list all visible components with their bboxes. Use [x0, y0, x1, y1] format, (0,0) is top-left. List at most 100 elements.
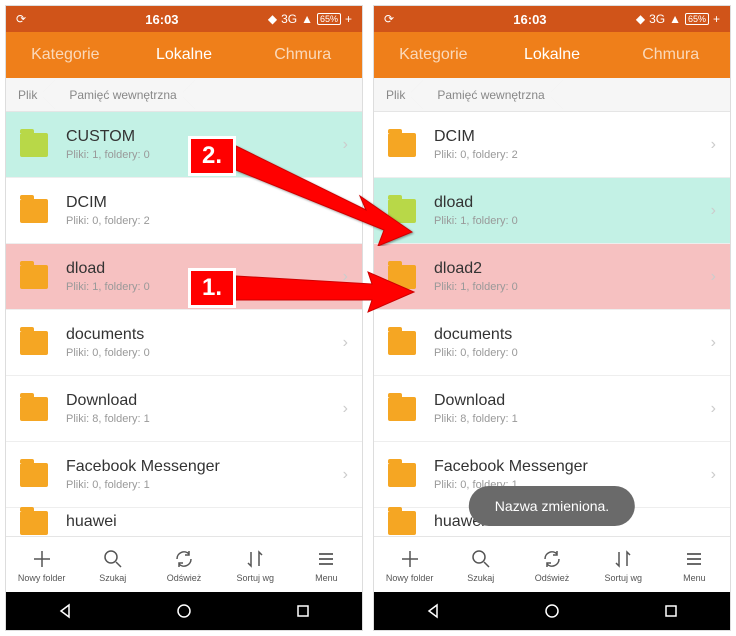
share-icon: ⟳	[16, 12, 26, 26]
new-folder-button[interactable]: Nowy folder	[6, 537, 77, 592]
folder-icon	[388, 397, 416, 421]
refresh-icon	[540, 547, 564, 571]
nav-back[interactable]	[55, 601, 75, 621]
folder-icon	[20, 511, 48, 535]
plus-icon: +	[713, 12, 720, 26]
folder-details: Pliki: 1, foldery: 0	[434, 281, 711, 293]
chevron-right-icon: ›	[343, 334, 348, 352]
share-icon: ⟳	[384, 12, 394, 26]
nav-home[interactable]	[542, 601, 562, 621]
breadcrumb-path[interactable]: Pamięć wewnętrzna	[57, 78, 188, 111]
menu-icon	[682, 547, 706, 571]
breadcrumb-root[interactable]: Plik	[6, 78, 49, 111]
sort-button[interactable]: Sortuj wg	[588, 537, 659, 592]
folder-name: DCIM	[434, 128, 711, 146]
plus-icon	[398, 547, 422, 571]
search-button[interactable]: Szukaj	[77, 537, 148, 592]
folder-icon	[20, 265, 48, 289]
android-navbar	[6, 592, 362, 630]
sort-icon	[243, 547, 267, 571]
folder-icon	[20, 463, 48, 487]
chevron-right-icon: ›	[711, 268, 716, 286]
menu-button[interactable]: Menu	[659, 537, 730, 592]
marker-2: 2.	[188, 136, 236, 176]
breadcrumb-root[interactable]: Plik	[374, 78, 417, 111]
refresh-icon	[172, 547, 196, 571]
phone-left: ⟳ 16:03 ◆ 3G ▲ 65% + Kategorie Lokalne C…	[5, 5, 363, 631]
folder-row[interactable]: huawei	[6, 508, 362, 536]
folder-row[interactable]: Download Pliki: 8, foldery: 1›	[374, 376, 730, 442]
breadcrumb-path[interactable]: Pamięć wewnętrzna	[425, 78, 556, 111]
bottom-toolbar: Nowy folder Szukaj Odśwież Sortuj wg Men…	[6, 536, 362, 592]
folder-row[interactable]: DCIM Pliki: 0, foldery: 2›	[374, 112, 730, 178]
folder-row[interactable]: dloadPliki: 1, foldery: 0›	[374, 178, 730, 244]
tab-local[interactable]: Lokalne	[125, 46, 244, 64]
nav-recent[interactable]	[293, 601, 313, 621]
tab-cloud[interactable]: Chmura	[611, 46, 730, 64]
folder-details: Pliki: 0, foldery: 1	[66, 479, 343, 491]
menu-button[interactable]: Menu	[291, 537, 362, 592]
folder-row[interactable]: Download Pliki: 8, foldery: 1›	[6, 376, 362, 442]
tab-local[interactable]: Lokalne	[493, 46, 612, 64]
folder-row[interactable]: dload2 Pliki: 1, foldery: 0›	[374, 244, 730, 310]
folder-icon	[20, 397, 48, 421]
nav-back[interactable]	[423, 601, 443, 621]
sort-button[interactable]: Sortuj wg	[220, 537, 291, 592]
nav-recent[interactable]	[661, 601, 681, 621]
tabs: Kategorie Lokalne Chmura	[374, 32, 730, 78]
folder-details: Pliki: 8, foldery: 1	[66, 413, 343, 425]
phone-right: ⟳ 16:03 ◆ 3G ▲ 65% + Kategorie Lokalne C…	[373, 5, 731, 631]
folder-name: dload2	[434, 260, 711, 278]
folder-icon	[388, 331, 416, 355]
network-label: 3G	[649, 12, 665, 26]
breadcrumb: Plik Pamięć wewnętrzna	[6, 78, 362, 112]
folder-name: Facebook Messenger	[434, 458, 711, 476]
chevron-right-icon: ›	[343, 400, 348, 418]
signal-icon: ▲	[301, 12, 313, 26]
arrow-annotation	[236, 140, 416, 246]
android-navbar	[374, 592, 730, 630]
wifi-icon: ◆	[268, 12, 277, 26]
folder-name: Download	[66, 392, 343, 410]
folder-name: huawei	[66, 513, 348, 531]
arrow-annotation	[236, 270, 416, 316]
plus-icon	[30, 547, 54, 571]
folder-details: Pliki: 0, foldery: 0	[434, 347, 711, 359]
chevron-right-icon: ›	[711, 202, 716, 220]
folder-details: Pliki: 8, foldery: 1	[434, 413, 711, 425]
refresh-button[interactable]: Odśwież	[148, 537, 219, 592]
marker-1: 1.	[188, 268, 236, 308]
folder-name: documents	[66, 326, 343, 344]
folder-name: dload	[434, 194, 711, 212]
refresh-button[interactable]: Odśwież	[516, 537, 587, 592]
folder-row[interactable]: documentsPliki: 0, foldery: 0›	[374, 310, 730, 376]
folder-list-right[interactable]: DCIMPliki: 0, foldery: 2›dloadPliki: 1, …	[374, 112, 730, 536]
chevron-right-icon: ›	[711, 400, 716, 418]
battery-indicator: 65%	[685, 13, 709, 25]
search-button[interactable]: Szukaj	[445, 537, 516, 592]
tabs: Kategorie Lokalne Chmura	[6, 32, 362, 78]
folder-icon	[388, 463, 416, 487]
chevron-right-icon: ›	[711, 334, 716, 352]
search-icon	[101, 547, 125, 571]
folder-name: Download	[434, 392, 711, 410]
folder-icon	[20, 133, 48, 157]
folder-details: Pliki: 0, foldery: 2	[434, 149, 711, 161]
chevron-right-icon: ›	[711, 136, 716, 154]
folder-icon	[388, 511, 416, 535]
new-folder-button[interactable]: Nowy folder	[374, 537, 445, 592]
folder-icon	[20, 331, 48, 355]
bottom-toolbar: Nowy folder Szukaj Odśwież Sortuj wg Men…	[374, 536, 730, 592]
status-bar: ⟳ 16:03 ◆ 3G ▲ 65% +	[6, 6, 362, 32]
network-label: 3G	[281, 12, 297, 26]
folder-row[interactable]: Facebook MessengerPliki: 0, foldery: 1›	[6, 442, 362, 508]
status-time: 16:03	[424, 12, 636, 27]
folder-row[interactable]: documentsPliki: 0, foldery: 0›	[6, 310, 362, 376]
search-icon	[469, 547, 493, 571]
nav-home[interactable]	[174, 601, 194, 621]
plus-icon: +	[345, 12, 352, 26]
tab-categories[interactable]: Kategorie	[374, 46, 493, 64]
tab-categories[interactable]: Kategorie	[6, 46, 125, 64]
tab-cloud[interactable]: Chmura	[243, 46, 362, 64]
menu-icon	[314, 547, 338, 571]
